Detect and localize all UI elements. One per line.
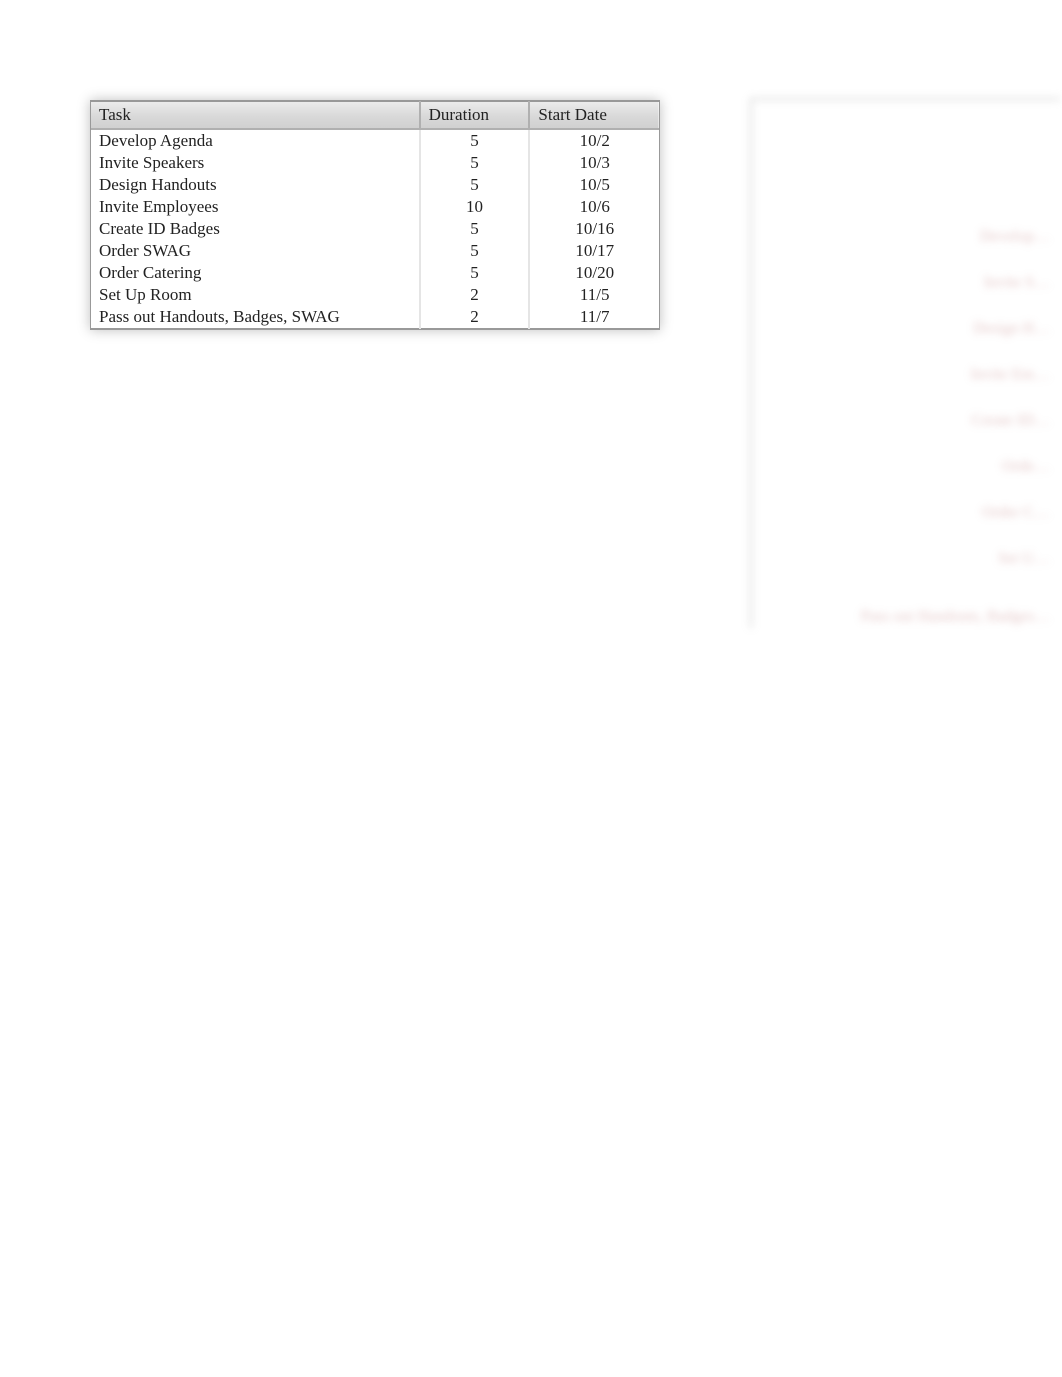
cell-start-date: 10/17 — [529, 240, 659, 262]
cell-task: Order SWAG — [91, 240, 420, 262]
chart-label: Design H… — [973, 320, 1050, 338]
cell-duration: 5 — [420, 129, 530, 152]
cell-start-date: 10/16 — [529, 218, 659, 240]
cell-duration: 2 — [420, 284, 530, 306]
cell-start-date: 10/3 — [529, 152, 659, 174]
table-row: Develop Agenda510/2 — [91, 129, 659, 152]
table-row: Order SWAG510/17 — [91, 240, 659, 262]
header-start-date: Start Date — [529, 102, 659, 130]
table-row: Design Handouts510/5 — [91, 174, 659, 196]
cell-task: Invite Speakers — [91, 152, 420, 174]
cell-duration: 2 — [420, 306, 530, 329]
cell-task: Design Handouts — [91, 174, 420, 196]
chart-label: Order C… — [982, 504, 1050, 522]
cell-duration: 5 — [420, 240, 530, 262]
cell-task: Invite Employees — [91, 196, 420, 218]
cell-duration: 5 — [420, 152, 530, 174]
chart-y-axis-labels: Develop… Invite S… Design H… Invite Em… … — [970, 228, 1050, 568]
cell-start-date: 10/20 — [529, 262, 659, 284]
table-header-row: Task Duration Start Date — [91, 102, 659, 130]
cell-task: Order Catering — [91, 262, 420, 284]
task-table: Task Duration Start Date Develop Agenda5… — [91, 101, 659, 329]
cell-duration: 5 — [420, 174, 530, 196]
cell-start-date: 10/5 — [529, 174, 659, 196]
table-row: Set Up Room211/5 — [91, 284, 659, 306]
header-duration: Duration — [420, 102, 530, 130]
chart-label: Invite S… — [984, 274, 1050, 292]
cell-duration: 5 — [420, 218, 530, 240]
table-row: Invite Employees1010/6 — [91, 196, 659, 218]
cell-task: Create ID Badges — [91, 218, 420, 240]
cell-task: Set Up Room — [91, 284, 420, 306]
cell-duration: 5 — [420, 262, 530, 284]
cell-start-date: 10/6 — [529, 196, 659, 218]
cell-start-date: 10/2 — [529, 129, 659, 152]
header-task: Task — [91, 102, 420, 130]
table-row: Create ID Badges510/16 — [91, 218, 659, 240]
task-table-container: Task Duration Start Date Develop Agenda5… — [90, 100, 660, 330]
table-row: Invite Speakers510/3 — [91, 152, 659, 174]
table-row: Order Catering510/20 — [91, 262, 659, 284]
chart-label: Develop… — [980, 228, 1050, 246]
cell-duration: 10 — [420, 196, 530, 218]
gantt-chart-panel: Develop… Invite S… Design H… Invite Em… … — [750, 98, 1060, 658]
cell-task: Pass out Handouts, Badges, SWAG — [91, 306, 420, 329]
cell-start-date: 11/7 — [529, 306, 659, 329]
chart-label: Orde… — [1002, 458, 1050, 476]
chart-label: Create ID… — [971, 412, 1050, 430]
cell-start-date: 11/5 — [529, 284, 659, 306]
cell-task: Develop Agenda — [91, 129, 420, 152]
table-row: Pass out Handouts, Badges, SWAG211/7 — [91, 306, 659, 329]
chart-label: Set U… — [998, 550, 1050, 568]
chart-label: Pass out Handouts, Badges… — [861, 608, 1050, 626]
chart-label: Invite Em… — [970, 366, 1050, 384]
